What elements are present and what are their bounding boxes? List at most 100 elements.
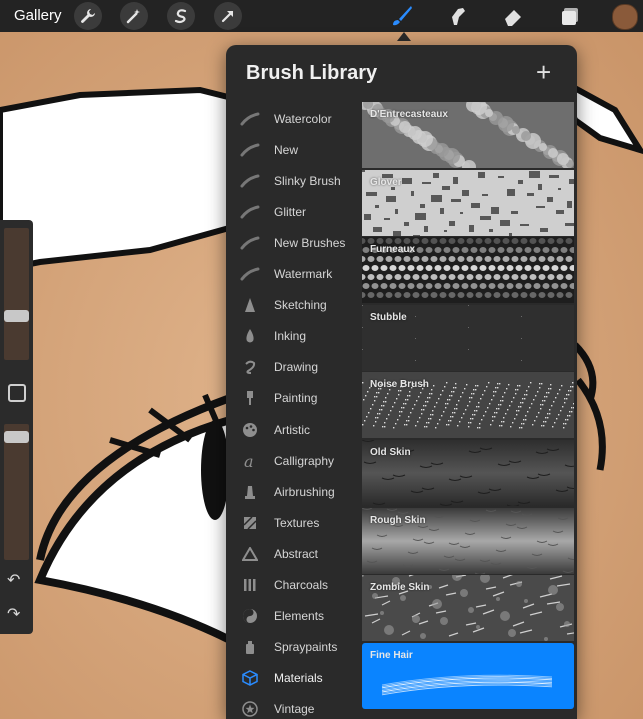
brush-set-item[interactable]: Painting	[226, 383, 362, 414]
undo-icon[interactable]: ↶	[7, 570, 20, 590]
brush-set-item[interactable]: Materials	[226, 663, 362, 694]
top-toolbar: Gallery	[0, 0, 643, 32]
panel-title: Brush Library	[246, 62, 378, 84]
brush-opacity-slider[interactable]	[4, 424, 29, 560]
brush-set-label: Inking	[274, 329, 307, 344]
cube-icon	[238, 667, 262, 689]
paint-brush-icon	[238, 387, 262, 409]
brush-name: Fine Hair	[370, 649, 413, 661]
brush-item[interactable]: Fine Hair	[362, 642, 574, 709]
swirl-icon	[238, 356, 262, 378]
ink-drop-icon	[238, 325, 262, 347]
brush-item[interactable]: D'Entrecasteaux	[362, 102, 574, 168]
brush-set-item[interactable]: Drawing	[226, 352, 362, 383]
brush-set-item[interactable]: Inking	[226, 321, 362, 352]
brush-item[interactable]: Noise Brush	[362, 372, 574, 439]
brush-set-item[interactable]: Spraypaints	[226, 632, 362, 663]
brush-set-label: Vintage	[274, 701, 315, 716]
airbrush-icon	[238, 481, 262, 503]
brush-opacity-knob[interactable]	[4, 431, 29, 444]
left-sidebar: ↶ ↷	[0, 220, 33, 634]
star-circle-icon	[238, 698, 262, 719]
add-brush-button[interactable]: +	[536, 59, 551, 85]
wrench-icon[interactable]	[74, 2, 102, 30]
brush-set-label: Elements	[274, 608, 325, 623]
gallery-button[interactable]: Gallery	[14, 7, 62, 24]
brush-set-label: Sketching	[274, 298, 327, 313]
color-swatch[interactable]	[612, 4, 638, 30]
brush-set-item[interactable]: Artistic	[226, 415, 362, 446]
bars-icon	[238, 574, 262, 596]
brush-name: Stubble	[370, 311, 407, 323]
eyedropper-modify-button[interactable]	[8, 384, 26, 402]
brush-set-label: Charcoals	[274, 577, 329, 592]
transform-arrow-icon[interactable]	[214, 2, 242, 30]
brush-name: Furneaux	[370, 244, 416, 256]
brush-set-label: Watercolor	[274, 112, 332, 126]
brush-list: D'Entrecasteaux Glover Furneaux Stubble Nois…	[362, 102, 574, 719]
brush-set-item[interactable]: Elements	[226, 601, 362, 632]
svg-text:a: a	[244, 453, 254, 469]
layers-icon[interactable]	[556, 2, 584, 30]
brush-set-label: Watermark	[274, 267, 333, 282]
brush-set-item[interactable]: Slinky Brush	[226, 166, 362, 197]
brush-name: Noise Brush	[370, 379, 429, 391]
pencil-tip-icon	[238, 294, 262, 316]
brush-name: Rough Skin	[370, 514, 426, 526]
stroke-icon	[238, 108, 262, 130]
palette-icon	[238, 419, 262, 441]
brush-icon[interactable]	[388, 2, 416, 30]
brush-set-label: New	[274, 143, 299, 158]
brush-set-label: Textures	[274, 515, 320, 530]
brush-name: Glover	[370, 176, 402, 188]
brush-set-item[interactable]: Vintage	[226, 694, 362, 719]
brush-set-label: Glitter	[274, 205, 307, 220]
brush-set-item[interactable]: Watercolor	[226, 104, 362, 135]
brush-set-label: Materials	[274, 670, 323, 685]
brush-set-item[interactable]: Watermark	[226, 259, 362, 290]
brush-item[interactable]: Furneaux	[362, 237, 574, 304]
stroke-icon	[238, 232, 262, 254]
stroke-icon	[238, 139, 262, 161]
brush-set-label: Artistic	[274, 422, 310, 437]
magic-wand-icon[interactable]	[120, 2, 148, 30]
brush-set-label: Airbrushing	[274, 484, 335, 499]
brush-name: Old Skin	[370, 447, 411, 458]
brush-set-item[interactable]: Charcoals	[226, 570, 362, 601]
brush-item[interactable]: Glover	[362, 169, 574, 236]
brush-name: Zombie Skin	[370, 582, 430, 594]
brush-set-label: Abstract	[274, 546, 319, 561]
brush-set-label: New Brushes	[274, 236, 346, 251]
brush-set-label: Painting	[274, 391, 318, 406]
brush-set-label: Slinky Brush	[274, 174, 341, 189]
spray-can-icon	[238, 636, 262, 658]
stroke-icon	[238, 170, 262, 192]
brush-set-label: Drawing	[274, 360, 319, 375]
popover-caret	[397, 32, 411, 41]
stroke-icon	[238, 201, 262, 223]
brush-item[interactable]: Zombie Skin	[362, 575, 574, 642]
brush-set-item[interactable]: New	[226, 135, 362, 166]
brush-size-slider[interactable]	[4, 228, 29, 360]
brush-set-label: Calligraphy	[274, 453, 335, 468]
brush-size-knob[interactable]	[4, 310, 29, 323]
brush-set-item[interactable]: Sketching	[226, 290, 362, 321]
brush-set-item[interactable]: New Brushes	[226, 228, 362, 259]
smudge-icon[interactable]	[444, 2, 472, 30]
letter-a-icon: a	[238, 450, 262, 472]
brush-set-item[interactable]: Airbrushing	[226, 477, 362, 508]
selection-s-icon[interactable]	[167, 2, 195, 30]
stroke-icon	[238, 263, 262, 285]
brush-set-item[interactable]: Glitter	[226, 197, 362, 228]
brush-set-item[interactable]: Textures	[226, 508, 362, 539]
brush-item[interactable]: Old Skin	[362, 440, 574, 506]
brush-item[interactable]: Rough Skin	[362, 507, 574, 574]
brush-name: D'Entrecasteaux	[370, 109, 448, 120]
brush-item[interactable]: Stubble	[362, 304, 574, 371]
brush-set-item[interactable]: Abstract	[226, 539, 362, 570]
brush-library-panel: Brush Library + Watercolor New Slinky Brus…	[226, 45, 577, 719]
eraser-icon[interactable]	[499, 2, 527, 30]
triangle-icon	[238, 543, 262, 565]
redo-icon[interactable]: ↷	[7, 604, 20, 624]
brush-set-item[interactable]: a Calligraphy	[226, 446, 362, 477]
